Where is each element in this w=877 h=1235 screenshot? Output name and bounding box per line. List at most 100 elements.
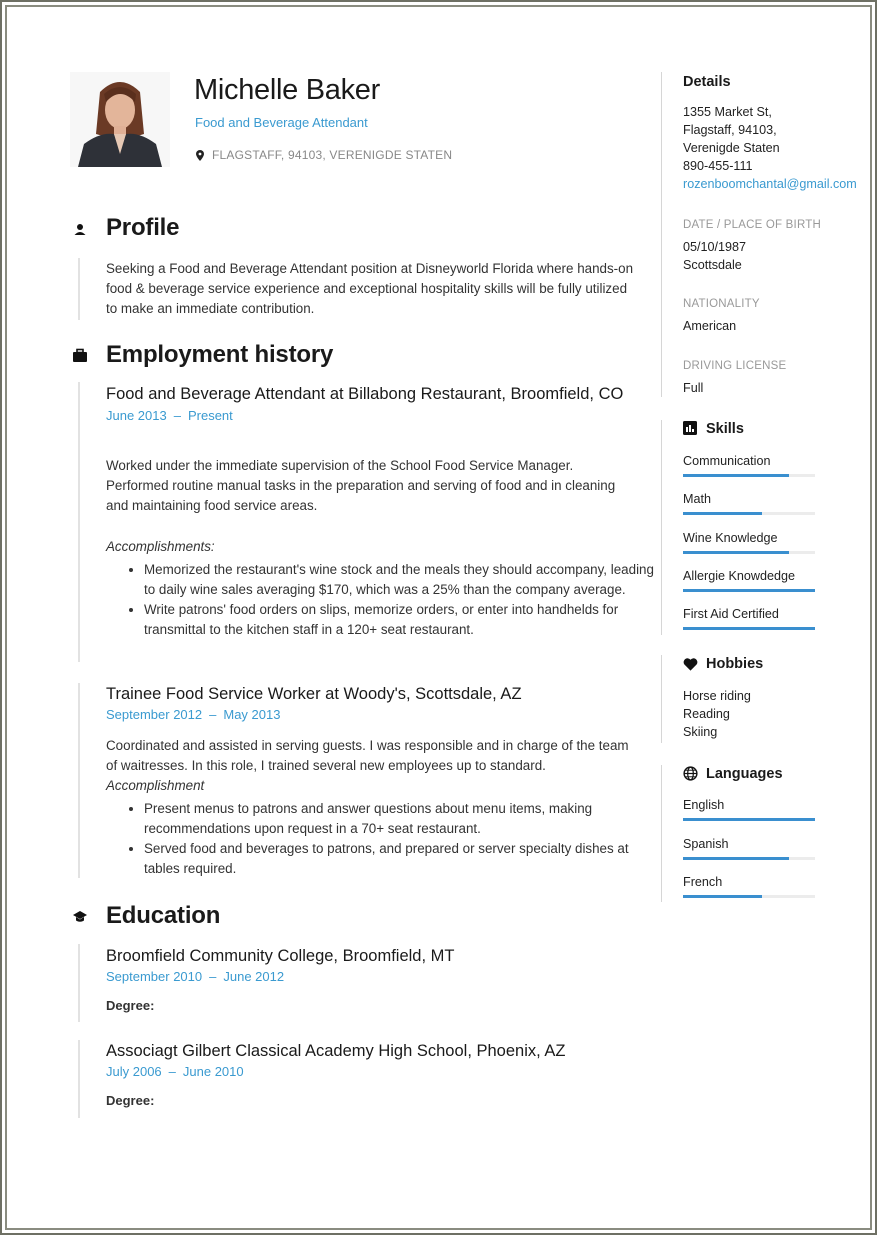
skill-level-fill: [683, 550, 789, 554]
skill-level-bar: [683, 588, 815, 592]
school-1-degree: Degree:: [106, 998, 155, 1013]
job-2-accomplishments: Present menus to patrons and answer ques…: [126, 799, 654, 879]
email-link[interactable]: rozenboomchantal@gmail.com: [683, 175, 857, 193]
graduation-cap-icon: [73, 911, 87, 922]
location-text: FLAGSTAFF, 94103, VERENIGDE STATEN: [212, 148, 453, 162]
skill-level-bar: [683, 550, 815, 554]
date-separator: –: [209, 969, 217, 984]
birth-date: 05/10/1987: [683, 240, 747, 254]
skill-name: Wine Knowledge: [683, 530, 778, 545]
skill-level-fill: [683, 474, 789, 477]
school-2-divider: [78, 1040, 80, 1118]
skill-name: Math: [683, 492, 711, 507]
globe-icon: [683, 766, 698, 781]
address-line: Verenigde Staten: [683, 141, 780, 155]
nationality-label: NATIONALITY: [683, 298, 760, 310]
license-value: Full: [683, 381, 704, 395]
language-level-bar: [683, 895, 815, 898]
briefcase-icon: [73, 348, 87, 362]
skill-level-bar: [683, 627, 815, 631]
job-1-end: Present: [187, 408, 233, 423]
skills-heading: Skills: [706, 421, 744, 437]
birth-label: DATE / PLACE OF BIRTH: [683, 219, 821, 231]
job-1-title: Food and Beverage Attendant at Billabong…: [106, 385, 624, 403]
nationality-value: American: [683, 319, 737, 333]
school-1-start: September 2010: [106, 969, 203, 984]
job-2-end: May 2013: [223, 707, 281, 722]
person-icon: [74, 224, 86, 235]
skill-name: First Aid Certified: [683, 607, 779, 622]
hobbies-heading: Hobbies: [706, 656, 764, 672]
language-level-bar: [683, 856, 815, 860]
skill-level-fill: [683, 627, 815, 631]
details-divider: [661, 72, 662, 397]
school-2-title: Associagt Gilbert Classical Academy High…: [106, 1042, 566, 1060]
skill-name: Allergie Knowdedge: [683, 568, 796, 583]
job-1-dates: June 2013– Present: [106, 408, 233, 423]
languages-divider: [661, 765, 662, 902]
date-separator: –: [209, 707, 217, 722]
accomplishment-item: Write patrons' food orders on slips, mem…: [144, 600, 654, 640]
skill-level-fill: [683, 512, 763, 516]
hobbies-divider: [661, 655, 662, 743]
bar-chart-icon: [683, 421, 697, 435]
skills-divider: [661, 420, 662, 635]
school-1-dates: September 2010– June 2012: [106, 969, 284, 984]
accomplishment-item: Memorized the restaurant's wine stock an…: [144, 560, 654, 600]
job-1-description: Worked under the immediate supervision o…: [106, 458, 616, 513]
license-label: DRIVING LICENSE: [683, 360, 787, 372]
date-separator: –: [173, 408, 181, 423]
job-2-dates: September 2012– May 2013: [106, 707, 280, 722]
job-2-description: Coordinated and assisted in serving gues…: [106, 738, 629, 773]
job-2-start: September 2012: [106, 707, 203, 722]
birth-place: Scottsdale: [683, 258, 742, 272]
hobby-item: Reading: [683, 707, 730, 721]
job-1-accomplishments-label: Accomplishments:: [106, 539, 215, 554]
skill-level-bar: [683, 512, 815, 516]
education-heading: Education: [106, 902, 221, 929]
hobby-item: Skiing: [683, 725, 718, 739]
school-1-end: June 2012: [223, 969, 285, 984]
language-name: French: [683, 875, 723, 889]
school-2-degree: Degree:: [106, 1093, 155, 1108]
job-1-start: June 2013: [106, 408, 167, 423]
language-level-fill: [683, 818, 815, 821]
accomplishment-item: Present menus to patrons and answer ques…: [144, 799, 654, 839]
skill-name: Communication: [683, 454, 771, 468]
map-pin-icon: [196, 149, 204, 161]
phone-number: 890-455-111: [683, 159, 753, 173]
job-2-accomplishments-label: Accomplishment: [106, 778, 205, 793]
school-2-end: June 2010: [182, 1064, 244, 1079]
skill-level-fill: [683, 588, 815, 592]
candidate-job-title: Food and Beverage Attendant: [195, 115, 368, 130]
job-2-divider: [78, 683, 80, 878]
profile-divider: [78, 258, 80, 320]
address-line: 1355 Market St,: [683, 105, 772, 119]
avatar-illustration: [70, 72, 170, 167]
accomplishment-item: Served food and beverages to patrons, an…: [144, 839, 654, 879]
school-1-title: Broomfield Community College, Broomfield…: [106, 947, 455, 965]
school-2-start: July 2006: [106, 1064, 162, 1079]
heart-icon: [683, 658, 698, 671]
language-name: Spanish: [683, 836, 729, 851]
address-line: Flagstaff, 94103,: [683, 123, 777, 137]
languages-heading: Languages: [706, 766, 783, 782]
skill-level-bar: [683, 474, 815, 477]
date-separator: –: [168, 1064, 176, 1079]
candidate-location: FLAGSTAFF, 94103, VERENIGDE STATEN: [196, 148, 452, 162]
language-level-fill: [683, 895, 763, 898]
details-heading: Details: [683, 74, 731, 90]
hobby-item: Horse riding: [683, 689, 751, 703]
job-2-title: Trainee Food Service Worker at Woody's, …: [106, 685, 522, 703]
employment-heading: Employment history: [106, 341, 334, 368]
job-1-divider: [78, 382, 80, 662]
school-2-dates: July 2006– June 2010: [106, 1064, 244, 1079]
profile-photo: [70, 72, 170, 167]
school-1-divider: [78, 944, 80, 1022]
language-name: English: [683, 798, 725, 812]
profile-heading: Profile: [106, 214, 180, 241]
candidate-name: Michelle Baker: [194, 74, 380, 106]
language-level-fill: [683, 856, 789, 860]
language-level-bar: [683, 818, 815, 821]
profile-summary: Seeking a Food and Beverage Attendant po…: [106, 261, 634, 316]
